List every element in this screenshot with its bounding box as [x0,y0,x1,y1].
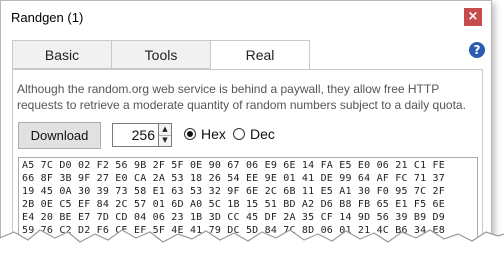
tab-basic[interactable]: Basic [12,40,112,69]
help-icon[interactable]: ? [469,42,485,58]
spin-down-icon[interactable]: ▼ [159,135,171,146]
quantity-stepper[interactable]: ▲ ▼ [158,123,172,147]
hex-radio[interactable] [184,128,196,140]
tab-real[interactable]: Real [210,40,310,70]
output-line: 2B 0E C5 EF 84 2C 57 01 6D A0 5C 1B 15 5… [22,199,445,210]
output-line: A5 7C D0 02 F2 56 9B 2F 5F 0E 90 67 06 E… [22,160,445,171]
tab-tools[interactable]: Tools [111,40,211,69]
close-icon: × [467,9,479,24]
dec-radio-label[interactable]: Dec [250,126,275,142]
output-line: 66 8F 3B 9F 27 E0 CA 2A 53 18 26 54 EE 9… [22,173,445,184]
torn-edge [0,229,504,266]
quantity-input[interactable]: 256 [112,123,160,147]
description-text: Although the random.org web service is b… [17,82,466,112]
download-button[interactable]: Download [18,122,101,149]
hex-radio-label[interactable]: Hex [201,126,226,142]
output-line: E4 20 BE E7 7D CD 04 06 23 1B 3D CC 45 D… [22,212,445,223]
title-bar[interactable]: Randgen (1) × [1,1,491,35]
output-line: 19 45 0A 30 39 73 58 E1 63 53 32 9F 6E 2… [22,186,445,197]
dec-radio[interactable] [233,128,245,140]
window-title: Randgen (1) [11,10,84,25]
close-button[interactable]: × [464,8,482,26]
tab-strip: Basic Tools Real [12,40,472,70]
